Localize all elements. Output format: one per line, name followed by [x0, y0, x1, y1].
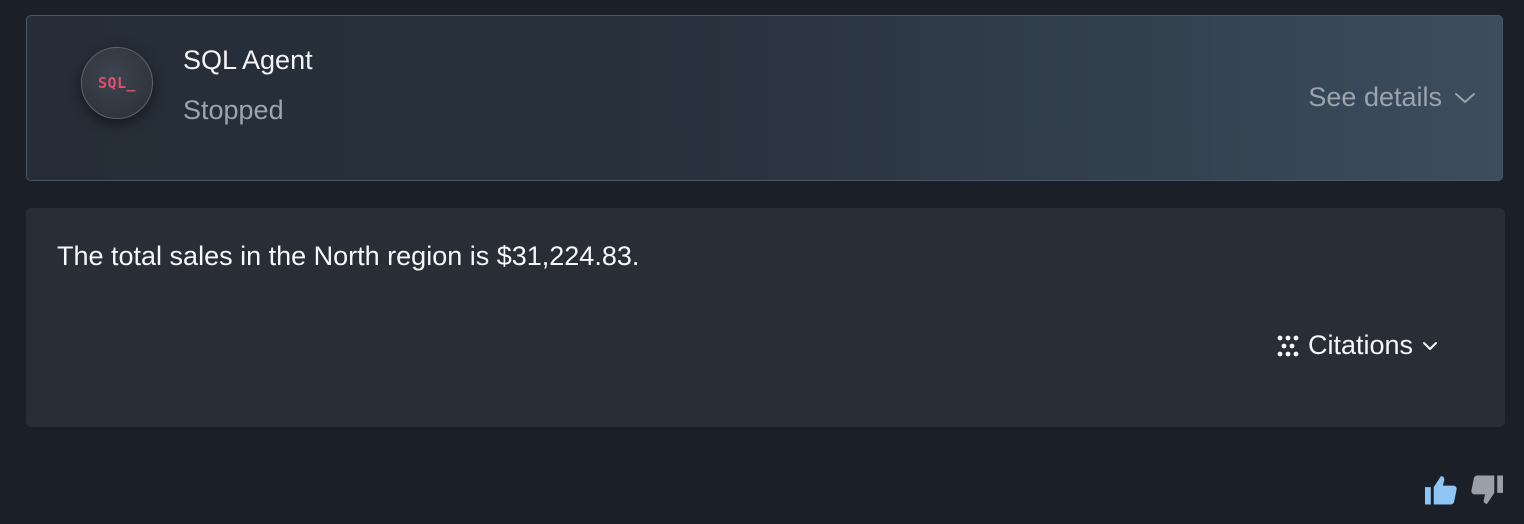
thumbs-down-icon[interactable]: [1469, 474, 1505, 511]
see-details-label: See details: [1308, 82, 1442, 112]
agent-status: Stopped: [183, 95, 284, 125]
avatar: SQL_: [81, 47, 153, 119]
agent-name: SQL Agent: [183, 45, 313, 75]
chevron-down-icon: [1422, 340, 1438, 352]
avatar-label: SQL_: [97, 74, 137, 92]
citations-label: Citations: [1307, 330, 1413, 360]
citations-toggle[interactable]: Citations: [1277, 330, 1438, 361]
answer-text: The total sales in the North region is $…: [57, 241, 640, 271]
agent-card: SQL_ SQL Agent Stopped See details: [26, 15, 1503, 181]
thumbs-up-icon[interactable]: [1423, 474, 1459, 511]
answer-card: The total sales in the North region is $…: [26, 208, 1505, 427]
see-details-button[interactable]: See details: [1308, 82, 1476, 113]
feedback-bar: [1423, 474, 1505, 511]
dots-grid-icon: [1277, 335, 1299, 357]
chevron-down-icon: [1454, 91, 1476, 105]
page: SQL_ SQL Agent Stopped See details The t…: [0, 0, 1524, 524]
